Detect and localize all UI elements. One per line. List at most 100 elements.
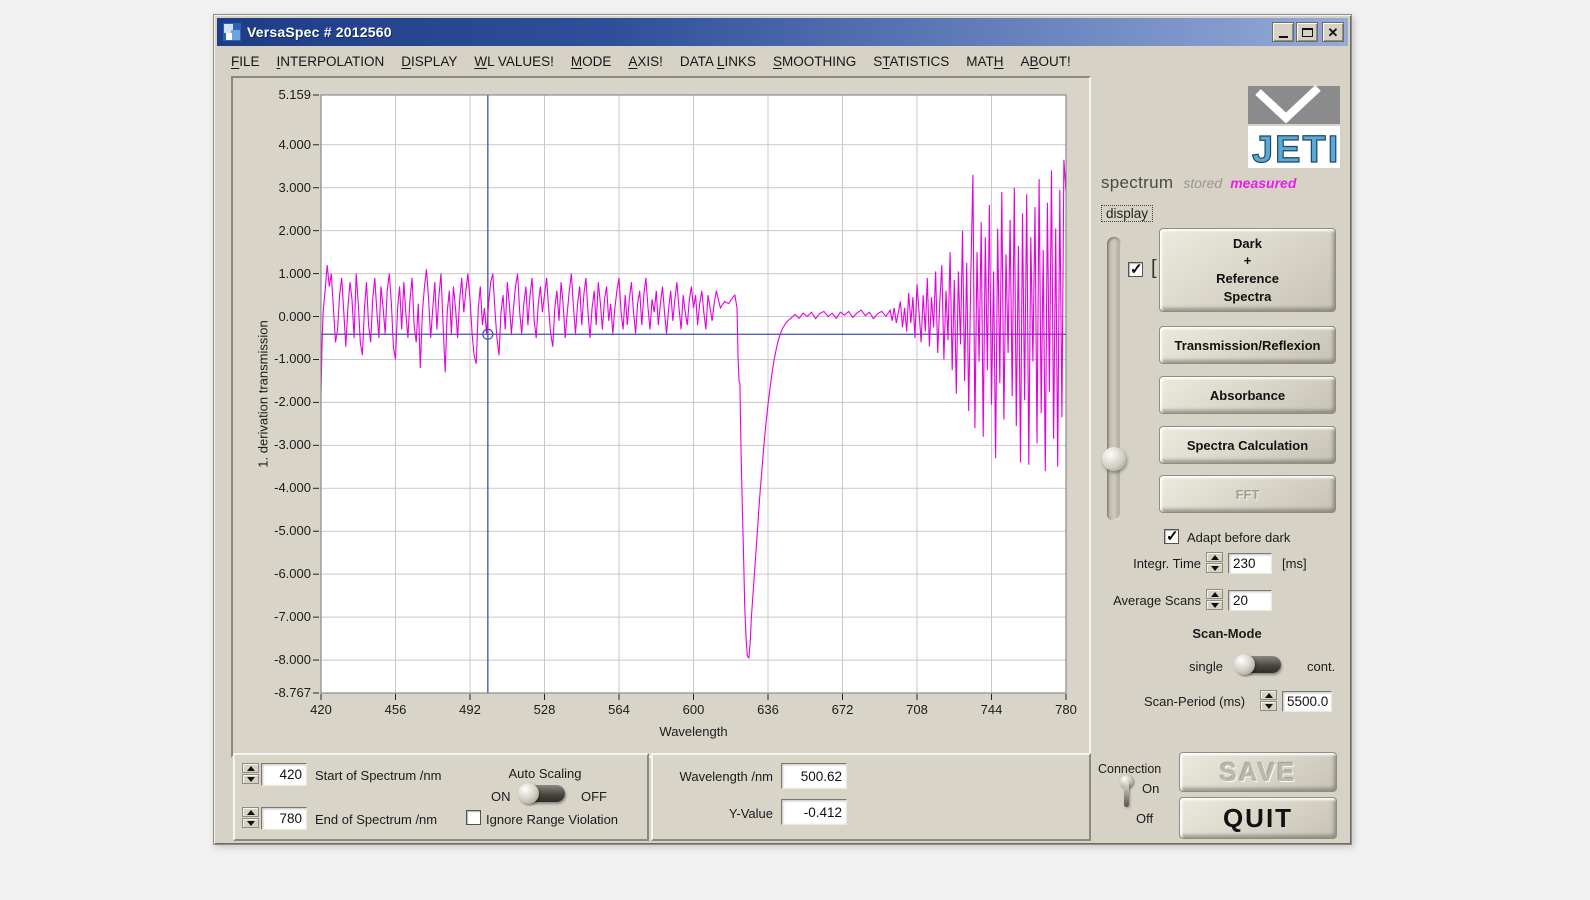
- menu-item-math[interactable]: MATH: [966, 54, 1003, 69]
- y-tick-label: -5.000: [274, 523, 311, 539]
- x-tick-label: 600: [682, 702, 705, 717]
- menu-item-interpolation[interactable]: INTERPOLATION: [277, 54, 385, 69]
- arrow-down-icon[interactable]: [242, 774, 259, 784]
- cursor-readout-panel: Wavelength /nm 500.62 Y-Value -0.412: [651, 753, 1091, 841]
- x-tick-label: 636: [757, 702, 779, 717]
- y-tick-label: 0.000: [278, 308, 311, 324]
- end-spectrum-stepper[interactable]: [242, 807, 259, 828]
- average-scans-label: Average Scans: [1113, 593, 1201, 608]
- dark-line: Dark: [1233, 235, 1262, 251]
- arrow-down-icon[interactable]: [1260, 701, 1277, 711]
- close-icon: ✕: [1327, 24, 1339, 40]
- x-axis-title: Wavelength: [659, 724, 728, 739]
- y-tick-label: 3.000: [278, 179, 311, 195]
- arrow-up-icon[interactable]: [1206, 589, 1223, 599]
- y-tick-label: -2.000: [274, 394, 311, 410]
- cursor-wavelength-label: Wavelength /nm: [679, 769, 773, 784]
- maximize-icon: [1301, 27, 1313, 37]
- menu-item-statistics[interactable]: STATISTICS: [873, 54, 949, 69]
- scan-mode-toggle[interactable]: [1234, 654, 1281, 675]
- menu-item-about[interactable]: ABOUT!: [1021, 54, 1071, 69]
- legend-bracket: [: [1151, 257, 1157, 279]
- spectrum-chart[interactable]: [313, 94, 1067, 700]
- scan-period-stepper[interactable]: [1260, 690, 1277, 711]
- fft-button[interactable]: FFT: [1159, 475, 1336, 513]
- cursor-y-value: -0.412: [781, 799, 847, 825]
- spectrum-label: spectrum: [1101, 173, 1174, 192]
- display-slider-thumb[interactable]: [1102, 447, 1126, 471]
- connection-toggle[interactable]: [1119, 775, 1134, 811]
- save-button[interactable]: SAVE: [1179, 752, 1337, 792]
- transmission-reflexion-button[interactable]: Transmission/Reflexion: [1159, 326, 1336, 364]
- x-tick-label: 420: [310, 702, 332, 717]
- title-bar[interactable]: VersaSpec # 2012560 ✕: [217, 18, 1348, 46]
- arrow-down-icon[interactable]: [1206, 563, 1223, 573]
- menu-bar: FILE INTERPOLATION DISPLAY WL VALUES! MODE AX…: [217, 46, 1348, 76]
- integr-time-stepper[interactable]: [1206, 552, 1223, 573]
- minimize-button[interactable]: [1272, 22, 1294, 42]
- x-tick-label: 744: [980, 702, 1003, 717]
- start-spectrum-stepper[interactable]: [242, 763, 259, 784]
- quit-button[interactable]: QUIT: [1179, 797, 1337, 839]
- close-button[interactable]: ✕: [1322, 22, 1344, 42]
- integr-time-unit: [ms]: [1282, 556, 1307, 571]
- menu-item-smoothing[interactable]: SMOOTHING: [773, 54, 856, 69]
- menu-item-file[interactable]: FILE: [231, 54, 260, 69]
- auto-scaling-toggle[interactable]: [518, 783, 565, 804]
- arrow-up-icon[interactable]: [1206, 552, 1223, 562]
- window-controls: ✕: [1270, 22, 1344, 42]
- ignore-range-violation-label: Ignore Range Violation: [486, 812, 619, 827]
- x-tick-label: 456: [384, 702, 407, 717]
- start-spectrum-field[interactable]: 420: [261, 763, 307, 786]
- scan-period-field[interactable]: 5500.0: [1282, 691, 1332, 712]
- x-tick-label: 528: [533, 702, 556, 717]
- arrow-up-icon[interactable]: [242, 763, 259, 773]
- absorbance-button[interactable]: Absorbance: [1159, 376, 1336, 414]
- reference-line: Reference: [1216, 271, 1279, 286]
- spectra-line: Spectra: [1223, 288, 1272, 304]
- average-scans-field[interactable]: 20: [1228, 590, 1272, 611]
- y-tick-label: 1.000: [278, 265, 311, 281]
- end-spectrum-field[interactable]: 780: [261, 807, 307, 830]
- y-tick-label: 2.000: [278, 222, 311, 238]
- end-spectrum-label: End of Spectrum /nm: [315, 812, 438, 827]
- menu-item-data-links[interactable]: DATA LINKS: [680, 54, 756, 69]
- spectra-calculation-button[interactable]: Spectra Calculation: [1159, 426, 1336, 464]
- scan-mode-single-label: single: [1189, 659, 1223, 674]
- integr-time-field[interactable]: 230: [1228, 553, 1272, 574]
- measured-label: measured: [1230, 175, 1297, 191]
- x-tick-label: 492: [459, 702, 481, 717]
- display-control[interactable]: display: [1101, 205, 1154, 223]
- dark-reference-spectra-button[interactable]: Dark + Reference Spectra: [1159, 228, 1336, 312]
- display-label[interactable]: display: [1101, 205, 1154, 222]
- arrow-down-icon[interactable]: [242, 818, 259, 828]
- connection-on-label: On: [1142, 781, 1160, 796]
- arrow-down-icon[interactable]: [1206, 600, 1223, 610]
- y-tick-label: -4.000: [274, 480, 311, 496]
- y-tick-label: -3.000: [274, 437, 311, 453]
- spectra-visible-checkbox[interactable]: [1128, 260, 1143, 278]
- menu-item-wl-values[interactable]: WL VALUES!: [474, 54, 554, 69]
- arrow-up-icon[interactable]: [1260, 690, 1277, 700]
- y-tick-label: -8.767: [274, 685, 311, 700]
- desktop: { "window": { "title": "VersaSpec # 2012…: [0, 0, 1590, 900]
- average-scans-stepper[interactable]: [1206, 589, 1223, 610]
- plot-area[interactable]: [313, 94, 1067, 700]
- scan-period-label: Scan-Period (ms): [1144, 694, 1246, 709]
- y-tick-label: 4.000: [278, 136, 311, 152]
- arrow-up-icon[interactable]: [242, 807, 259, 817]
- adapt-before-dark-checkbox[interactable]: [1164, 527, 1179, 545]
- menu-item-display[interactable]: DISPLAY: [401, 54, 457, 69]
- cursor-wavelength-value: 500.62: [781, 763, 847, 789]
- display-slider-track[interactable]: [1107, 237, 1121, 521]
- connection-off-label: Off: [1136, 811, 1154, 826]
- integr-time-label: Integr. Time: [1133, 556, 1201, 571]
- y-tick-label: -1.000: [274, 351, 311, 367]
- menu-item-mode[interactable]: MODE: [571, 54, 612, 69]
- maximize-button[interactable]: [1296, 22, 1318, 42]
- menu-item-axis[interactable]: AXIS!: [628, 54, 663, 69]
- x-tick-label: 780: [1055, 702, 1077, 717]
- ignore-range-violation-checkbox[interactable]: [466, 810, 481, 825]
- auto-scaling-on-label: ON: [491, 789, 511, 804]
- x-tick-label: 708: [906, 702, 928, 717]
